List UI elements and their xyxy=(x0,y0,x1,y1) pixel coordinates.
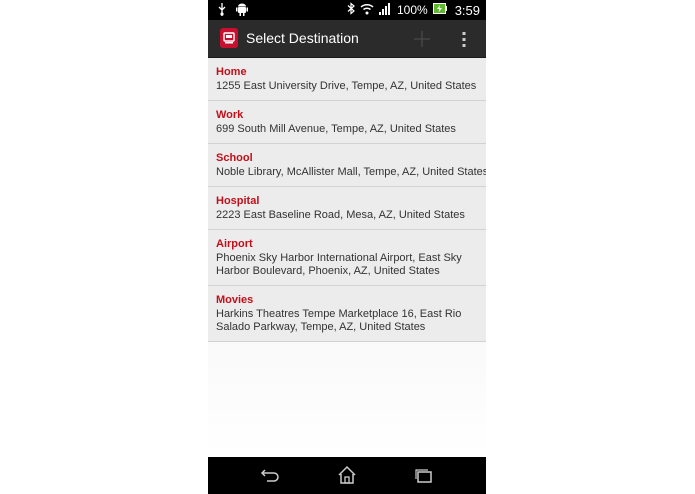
destination-address: Phoenix Sky Harbor International Airport… xyxy=(216,252,462,277)
list-item-work[interactable]: Work 699 South Mill Avenue, Tempe, AZ, U… xyxy=(208,101,486,144)
list-item-school[interactable]: School Noble Library, McAllister Mall, T… xyxy=(208,144,486,187)
recent-apps-icon[interactable] xyxy=(413,465,435,485)
destination-name: Airport xyxy=(216,238,253,250)
phone-screen: 100% 3:59 Select Destination Home 1255 E… xyxy=(208,0,486,494)
destination-name: Hospital xyxy=(216,195,260,207)
destination-address: 699 South Mill Avenue, Tempe, AZ, United… xyxy=(216,123,456,135)
destination-name: Work xyxy=(216,109,244,121)
destination-list: Home 1255 East University Drive, Tempe, … xyxy=(208,58,486,457)
battery-icon xyxy=(432,3,447,17)
destination-address: 2223 East Baseline Road, Mesa, AZ, Unite… xyxy=(216,209,465,221)
app-logo-icon[interactable] xyxy=(220,28,238,48)
status-bar: 100% 3:59 xyxy=(208,0,486,20)
signal-icon xyxy=(378,2,392,18)
wifi-icon xyxy=(360,3,374,18)
usb-icon xyxy=(218,3,226,19)
destination-address: Noble Library, McAllister Mall, Tempe, A… xyxy=(216,166,486,178)
destination-address: 1255 East University Drive, Tempe, AZ, U… xyxy=(216,80,477,92)
action-bar: Select Destination xyxy=(208,20,486,58)
list-item-hospital[interactable]: Hospital 2223 East Baseline Road, Mesa, … xyxy=(208,187,486,230)
back-icon[interactable] xyxy=(259,465,281,485)
destination-name: Home xyxy=(216,66,247,78)
add-icon[interactable] xyxy=(412,29,432,49)
list-item-airport[interactable]: Airport Phoenix Sky Harbor International… xyxy=(208,230,486,286)
list-item-home[interactable]: Home 1255 East University Drive, Tempe, … xyxy=(208,58,486,101)
navigation-bar xyxy=(208,457,486,494)
list-item-movies[interactable]: Movies Harkins Theatres Tempe Marketplac… xyxy=(208,286,486,342)
overflow-menu-icon[interactable] xyxy=(460,29,468,49)
destination-name: Movies xyxy=(216,294,254,306)
android-icon xyxy=(236,3,248,19)
destination-address: Harkins Theatres Tempe Marketplace 16, E… xyxy=(216,308,462,333)
destination-name: School xyxy=(216,152,253,164)
clock: 3:59 xyxy=(454,2,480,18)
page-title: Select Destination xyxy=(246,30,359,46)
battery-percent: 100% xyxy=(396,3,428,17)
home-icon[interactable] xyxy=(336,465,358,485)
bluetooth-icon xyxy=(347,2,355,18)
